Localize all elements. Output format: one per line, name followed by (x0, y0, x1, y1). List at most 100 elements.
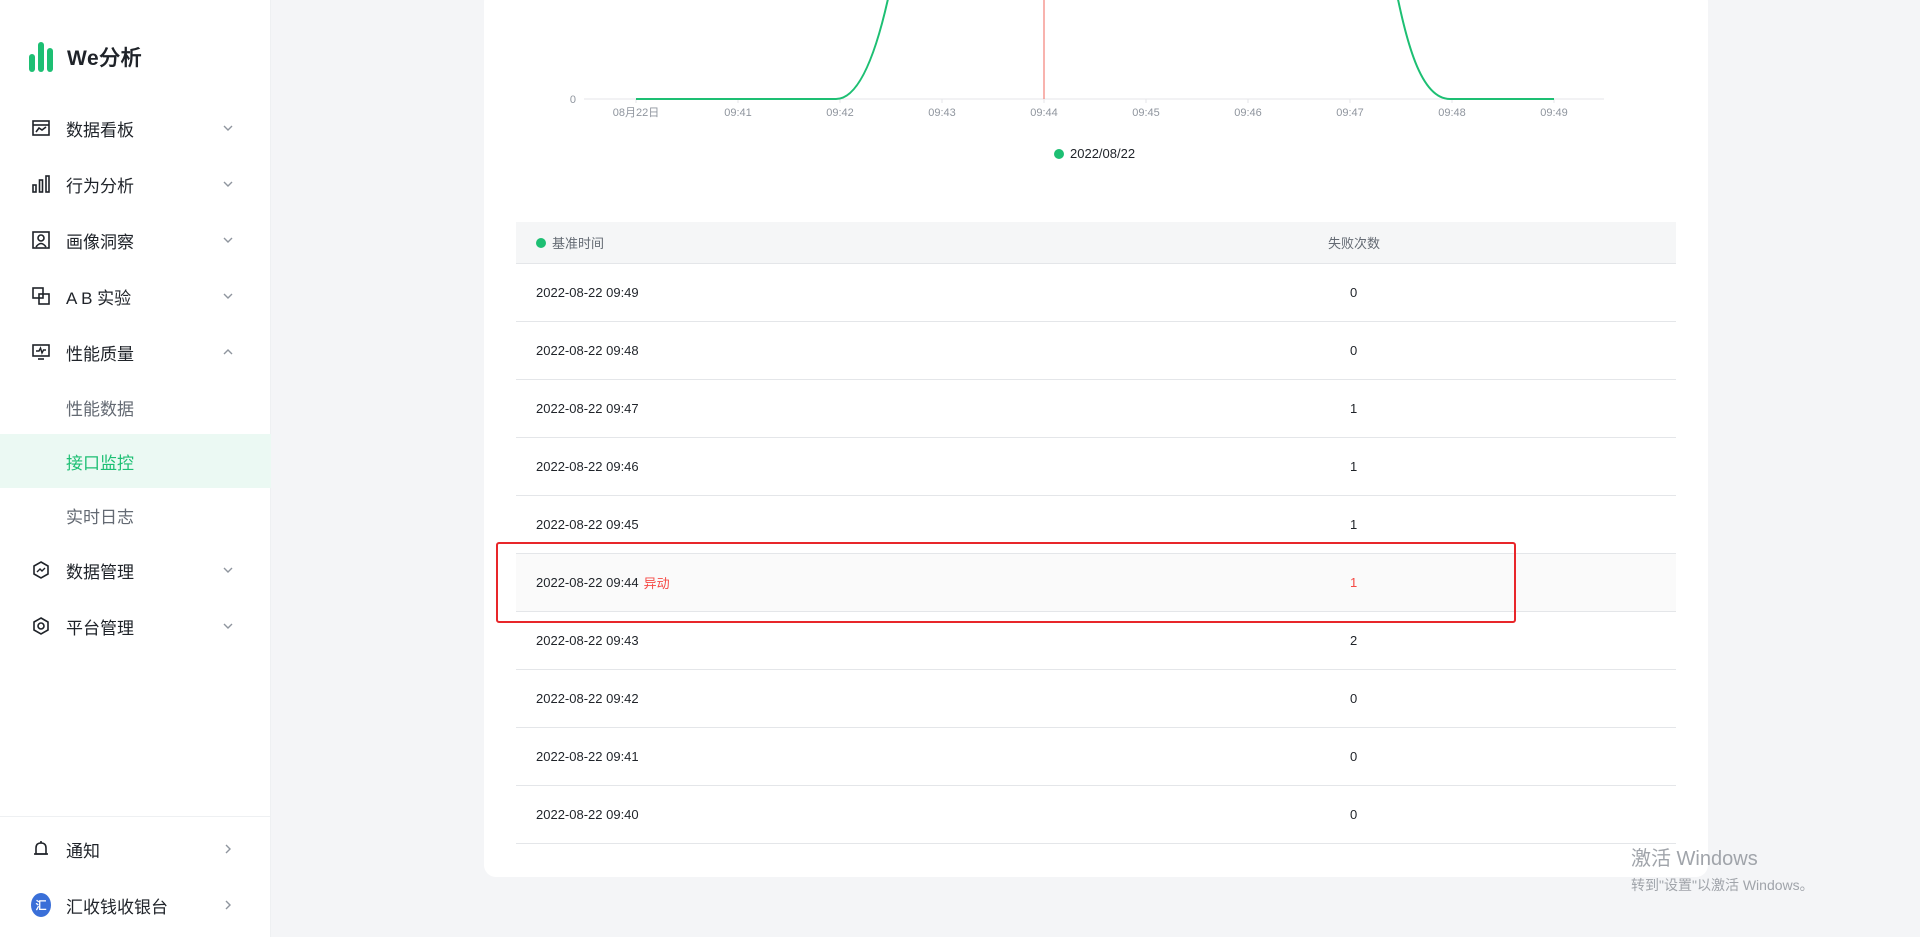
x-tick-label: 08月22日 (613, 107, 659, 119)
sidebar-item-label: 画像洞察 (66, 232, 134, 252)
time-text: 2022-08-22 09:48 (536, 343, 639, 358)
cell-time: 2022-08-22 09:49 (516, 285, 1316, 300)
anomaly-tag: 异动 (643, 576, 670, 591)
sidebar-subitem-performance-data[interactable]: 性能数据 (0, 380, 271, 434)
sidebar: We分析 数据看板 行为分析 画像洞察 A B 实验 性能质量 性能数据 接口监… (0, 0, 271, 937)
chevron-down-icon (223, 567, 233, 573)
sidebar-item-notifications[interactable]: 通知 (0, 821, 271, 877)
sidebar-item-label: A B 实验 (66, 288, 132, 308)
cell-failure-count: 0 (1350, 807, 1358, 822)
x-tick-label: 09:47 (1336, 107, 1364, 119)
sidebar-menu: 数据看板 行为分析 画像洞察 A B 实验 性能质量 性能数据 接口监控 实时日… (0, 100, 271, 654)
chart-legend[interactable]: 2022/08/22 (1054, 146, 1135, 161)
ab-test-icon (31, 286, 51, 306)
table-header: 基准时间 失败次数 (516, 222, 1676, 264)
table-row: 2022-08-22 09:45 1 (516, 496, 1676, 554)
windows-activation-watermark: 激活 Windows 转到"设置"以激活 Windows。 (1631, 842, 1814, 895)
sidebar-item-label: 平台管理 (66, 618, 134, 638)
header-label: 基准时间 (552, 236, 605, 251)
cell-time: 2022-08-22 09:46 (516, 459, 1316, 474)
table-row: 2022-08-22 09:44 异动 1 (516, 554, 1676, 612)
avatar: 汇 (31, 893, 51, 917)
failure-line-chart: 0 08月22日 09:41 09:42 09:43 09:44 09:45 09:46 09:… (570, 0, 1604, 119)
sidebar-item-performance[interactable]: 性能质量 (0, 324, 271, 380)
table-row: 2022-08-22 09:48 0 (516, 322, 1676, 380)
x-tick-label: 09:44 (1030, 107, 1058, 119)
sidebar-item-portrait[interactable]: 画像洞察 (0, 212, 271, 268)
cell-failure-count: 0 (1350, 343, 1358, 358)
series-line (636, 0, 1554, 100)
account-avatar-icon: 汇 (31, 893, 51, 917)
time-text: 2022-08-22 09:46 (536, 459, 639, 474)
cell-failure-count: 0 (1350, 691, 1358, 706)
table-header-time: 基准时间 (516, 233, 1316, 252)
cell-time: 2022-08-22 09:48 (516, 343, 1316, 358)
cell-time: 2022-08-22 09:42 (516, 691, 1316, 706)
sidebar-item-account[interactable]: 汇 汇收钱收银台 (0, 877, 271, 933)
time-text: 2022-08-22 09:42 (536, 691, 639, 706)
time-text: 2022-08-22 09:44 (536, 575, 639, 590)
cell-time: 2022-08-22 09:41 (516, 749, 1316, 764)
cell-time: 2022-08-22 09:45 (516, 517, 1316, 532)
sidebar-item-ab-test[interactable]: A B 实验 (0, 268, 271, 324)
y-tick-label: 0 (570, 94, 576, 106)
chevron-right-icon (225, 900, 231, 910)
time-text: 2022-08-22 09:40 (536, 807, 639, 822)
cell-time: 2022-08-22 09:43 (516, 633, 1316, 648)
chevron-right-icon (225, 844, 231, 854)
cell-failure-count: 1 (1350, 401, 1358, 416)
cell-failure-count: 0 (1350, 749, 1358, 764)
cell-failure-count: 2 (1350, 633, 1358, 648)
cell-failure-count: 1 (1350, 575, 1358, 590)
table-row: 2022-08-22 09:43 2 (516, 612, 1676, 670)
chevron-down-icon (223, 181, 233, 187)
x-tick-label: 09:48 (1438, 107, 1466, 119)
table-row: 2022-08-22 09:49 0 (516, 264, 1676, 322)
time-text: 2022-08-22 09:49 (536, 285, 639, 300)
table-body: 2022-08-22 09:49 0 2022-08-22 09:48 0 2022-0… (516, 264, 1676, 844)
x-tick-label: 09:49 (1540, 107, 1568, 119)
cell-failure-count: 1 (1350, 459, 1358, 474)
sidebar-item-label: 性能质量 (66, 344, 134, 364)
legend-dot-icon (1054, 148, 1064, 159)
bell-icon (31, 839, 51, 859)
cell-time: 2022-08-22 09:44 异动 (516, 573, 1316, 592)
time-text: 2022-08-22 09:45 (536, 517, 639, 532)
x-tick-label: 09:41 (724, 107, 752, 119)
table-row: 2022-08-22 09:41 0 (516, 728, 1676, 786)
table-row: 2022-08-22 09:46 1 (516, 438, 1676, 496)
cell-failure-count: 1 (1350, 517, 1358, 532)
sidebar-item-behavior[interactable]: 行为分析 (0, 156, 271, 212)
sidebar-footer: 通知 汇 汇收钱收银台 (0, 816, 271, 937)
sidebar-item-data-manage[interactable]: 数据管理 (0, 542, 271, 598)
table-row: 2022-08-22 09:47 1 (516, 380, 1676, 438)
x-tick-label: 09:45 (1132, 107, 1160, 119)
sidebar-subitem-realtime-log[interactable]: 实时日志 (0, 488, 271, 542)
sidebar-item-label: 行为分析 (66, 176, 134, 196)
sidebar-item-platform-manage[interactable]: 平台管理 (0, 598, 271, 654)
chevron-down-icon (223, 293, 233, 299)
watermark-line2: 转到"设置"以激活 Windows。 (1631, 877, 1814, 893)
sidebar-item-label: 汇收钱收银台 (66, 897, 168, 917)
monitor-icon (31, 342, 51, 362)
sidebar-item-label: 数据管理 (66, 562, 134, 582)
series-dot-icon (536, 237, 546, 248)
table-row: 2022-08-22 09:40 0 (516, 786, 1676, 844)
bar-chart-icon (31, 174, 51, 194)
watermark-line1: 激活 Windows (1631, 848, 1758, 870)
chevron-up-icon (223, 349, 233, 355)
sidebar-item-label: 通知 (66, 841, 100, 861)
x-tick-label: 09:42 (826, 107, 854, 119)
cell-failure-count: 0 (1350, 285, 1358, 300)
chevron-down-icon (223, 237, 233, 243)
data-manage-icon (31, 560, 51, 580)
table-header-failures: 失败次数 (1328, 236, 1381, 251)
x-tick-label: 09:46 (1234, 107, 1262, 119)
portrait-icon (31, 230, 51, 250)
time-text: 2022-08-22 09:47 (536, 401, 639, 416)
cell-time: 2022-08-22 09:40 (516, 807, 1316, 822)
table-row: 2022-08-22 09:42 0 (516, 670, 1676, 728)
x-tick-label: 09:43 (928, 107, 956, 119)
sidebar-subitem-api-monitor[interactable]: 接口监控 (0, 434, 271, 488)
failure-table: 基准时间 失败次数 2022-08-22 09:49 0 2022-08-22 09… (516, 222, 1676, 844)
